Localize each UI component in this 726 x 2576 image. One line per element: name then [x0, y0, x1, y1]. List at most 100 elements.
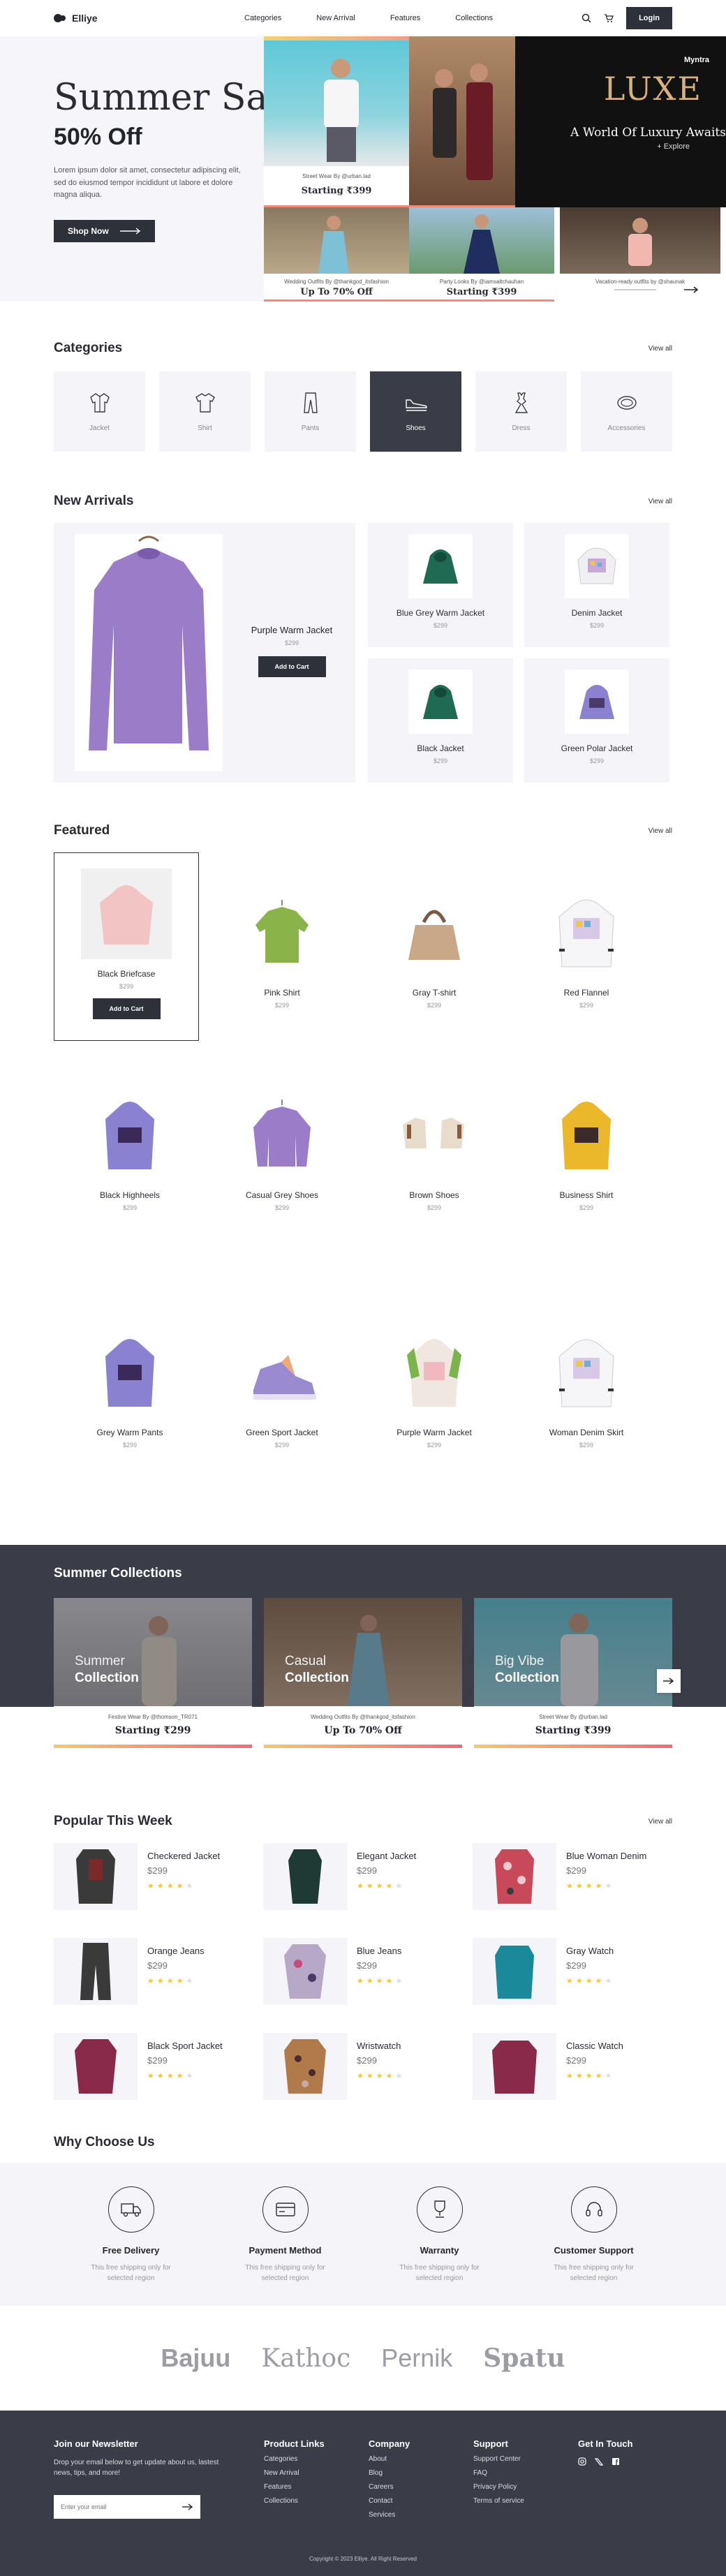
popular-item[interactable]: Gray Watch $299 ★★★★★ [473, 1938, 682, 2005]
arrival-card[interactable]: Green Polar Jacket $299 [524, 658, 669, 783]
category-shirt[interactable]: Shirt [159, 371, 251, 452]
popular-info: Blue Jeans $299 ★★★★★ [357, 1946, 405, 1985]
category-pants[interactable]: Pants [265, 371, 356, 452]
collection-card-big-vibe[interactable]: Big Vibe Collection Street Wear By @urba… [474, 1598, 672, 1748]
why-icon-wrap [262, 2186, 309, 2233]
footer-link[interactable]: Support Center [473, 2455, 524, 2463]
product-image [541, 1327, 632, 1418]
why-item-desc: This free shipping only for selected reg… [245, 2264, 325, 2282]
product-price: $299 [357, 1960, 377, 1971]
arrival-featured-card[interactable]: Purple Warm Jacket $299 Add to Cart [54, 523, 355, 783]
search-icon[interactable] [581, 13, 591, 23]
collection-stripe [264, 1745, 462, 1748]
product-name: Blue Woman Denim [566, 1850, 647, 1861]
promo-tile-wedding[interactable]: Wedding Outfits By @thankgod_itsfashion … [264, 207, 409, 302]
twitter-icon[interactable] [595, 2457, 603, 2466]
featured-card[interactable]: Gray T-shirt $299 [358, 852, 510, 1041]
promo-tile-party[interactable]: Party Looks By @iamsaltchauhan Starting … [409, 207, 554, 302]
categories-header: Categories View all [54, 341, 672, 356]
footer-link[interactable]: Contact [369, 2497, 410, 2505]
instagram-icon[interactable] [578, 2457, 586, 2466]
featured-card[interactable]: Business Shirt $299 [510, 1090, 662, 1278]
popular-item[interactable]: Blue Jeans $299 ★★★★★ [263, 1938, 473, 2005]
featured-card[interactable]: Grey Warm Pants $299 [54, 1327, 206, 1516]
nav-link-categories[interactable]: Categories [244, 14, 281, 22]
arrivals-view-all-link[interactable]: View all [649, 498, 672, 505]
category-dress[interactable]: Dress [475, 371, 567, 452]
add-to-cart-button[interactable]: Add to Cart [92, 998, 161, 1019]
featured-card[interactable]: Black Briefcase $299 Add to Cart [54, 852, 199, 1041]
featured-card[interactable]: Red Flannel $299 [510, 852, 662, 1041]
featured-card[interactable]: Green Sport Jacket $299 [206, 1327, 358, 1516]
category-jacket[interactable]: Jacket [54, 371, 145, 452]
popular-item[interactable]: Elegant Jacket $299 ★★★★★ [263, 1843, 473, 1910]
collection-card-casual[interactable]: Casual Collection Wedding Outfits By @th… [264, 1598, 462, 1748]
categories-view-all-link[interactable]: View all [649, 345, 672, 353]
footer-link[interactable]: About [369, 2455, 410, 2463]
login-button[interactable]: Login [626, 7, 672, 29]
nav-link-features[interactable]: Features [390, 14, 420, 22]
featured-card[interactable]: Woman Denim Skirt $299 [510, 1327, 662, 1516]
footer-link[interactable]: Blog [369, 2469, 410, 2477]
footer-link[interactable]: Privacy Policy [473, 2483, 524, 2491]
featured-header: Featured View all [54, 823, 672, 838]
featured-card[interactable]: Casual Grey Shoes $299 [206, 1090, 358, 1278]
collection-card-summer[interactable]: Summer Collection Festive Wear By @thoms… [54, 1598, 252, 1748]
why-item-title: Free Delivery [102, 2245, 160, 2256]
product-price: $299 [427, 1442, 442, 1449]
featured-card[interactable]: Purple Warm Jacket $299 [358, 1327, 510, 1516]
add-to-cart-button[interactable]: Add to Cart [258, 656, 326, 677]
product-name: Blue Grey Warm Jacket [396, 608, 485, 618]
promo-tile-couple[interactable] [409, 36, 515, 207]
shop-now-label: Shop Now [68, 225, 109, 236]
nav-link-collections[interactable]: Collections [455, 14, 493, 22]
arrow-right-icon[interactable] [684, 286, 699, 294]
brand-logo-kathoc: Kathoc [261, 2344, 351, 2373]
product-name: Green Sport Jacket [246, 1428, 318, 1437]
product-price: $299 [274, 1204, 290, 1211]
popular-item[interactable]: Blue Woman Denim $299 ★★★★★ [473, 1843, 682, 1910]
product-price: $299 [579, 1442, 594, 1449]
promo-tile-vacation[interactable]: Vacation-ready outfits by @shaunak [554, 207, 726, 302]
featured-view-all-link[interactable]: View all [649, 827, 672, 835]
newsletter-email-input[interactable] [61, 2503, 165, 2510]
popular-view-all-link[interactable]: View all [649, 1818, 672, 1826]
cart-icon[interactable] [604, 13, 614, 23]
why-title: Why Choose Us [54, 2135, 155, 2149]
promo-tile-street-wear[interactable]: Street Wear By @urban.lad Starting ₹399 [264, 36, 409, 207]
footer-link[interactable]: New Arrival [264, 2469, 325, 2477]
product-price: $299 [122, 1204, 138, 1211]
footer-link[interactable]: Collections [264, 2497, 325, 2505]
arrival-card[interactable]: Black Jacket $299 [368, 658, 513, 783]
footer-link[interactable]: Categories [264, 2455, 325, 2463]
luxe-explore-link[interactable]: + Explore [657, 142, 690, 151]
collection-headline: Starting ₹399 [535, 1725, 612, 1736]
footer-link[interactable]: Terms of service [473, 2497, 524, 2505]
featured-card[interactable]: Black Highheels $299 [54, 1090, 206, 1278]
arrival-card[interactable]: Blue Grey Warm Jacket $299 [368, 523, 513, 647]
popular-item[interactable]: Orange Jeans $299 ★★★★★ [54, 1938, 263, 2005]
footer-link[interactable]: Careers [369, 2483, 410, 2491]
nav-link-new-arrival[interactable]: New Arrival [316, 14, 355, 22]
facebook-icon[interactable] [612, 2457, 620, 2466]
footer-link[interactable]: FAQ [473, 2469, 524, 2477]
arrow-right-icon[interactable] [182, 2503, 193, 2510]
featured-card[interactable]: Pink Shirt $299 [206, 852, 358, 1041]
product-name: Business Shirt [559, 1190, 614, 1200]
footer-link[interactable]: Services [369, 2511, 410, 2519]
brand-logo[interactable]: Elliye [54, 13, 98, 24]
rating-stars: ★★★★★ [147, 1881, 196, 1890]
collections-next-button[interactable] [657, 1669, 681, 1693]
footer-link[interactable]: Features [264, 2483, 325, 2491]
featured-card[interactable]: Brown Shoes $299 [358, 1090, 510, 1278]
arrival-card[interactable]: Denim Jacket $299 [524, 523, 669, 647]
category-shoes[interactable]: Shoes [370, 371, 461, 452]
popular-item[interactable]: Classic Watch $299 ★★★★★ [473, 2033, 682, 2100]
popular-item[interactable]: Checkered Jacket $299 ★★★★★ [54, 1843, 263, 1910]
luxe-banner[interactable]: Myntra LUXE A World Of Luxury Awaits + E… [515, 36, 726, 207]
popular-item[interactable]: Wristwatch $299 ★★★★★ [263, 2033, 473, 2100]
category-accessories[interactable]: Accessories [581, 371, 672, 452]
shop-now-button[interactable]: Shop Now [54, 219, 155, 242]
product-image [408, 669, 473, 734]
popular-item[interactable]: Black Sport Jacket $299 ★★★★★ [54, 2033, 263, 2100]
